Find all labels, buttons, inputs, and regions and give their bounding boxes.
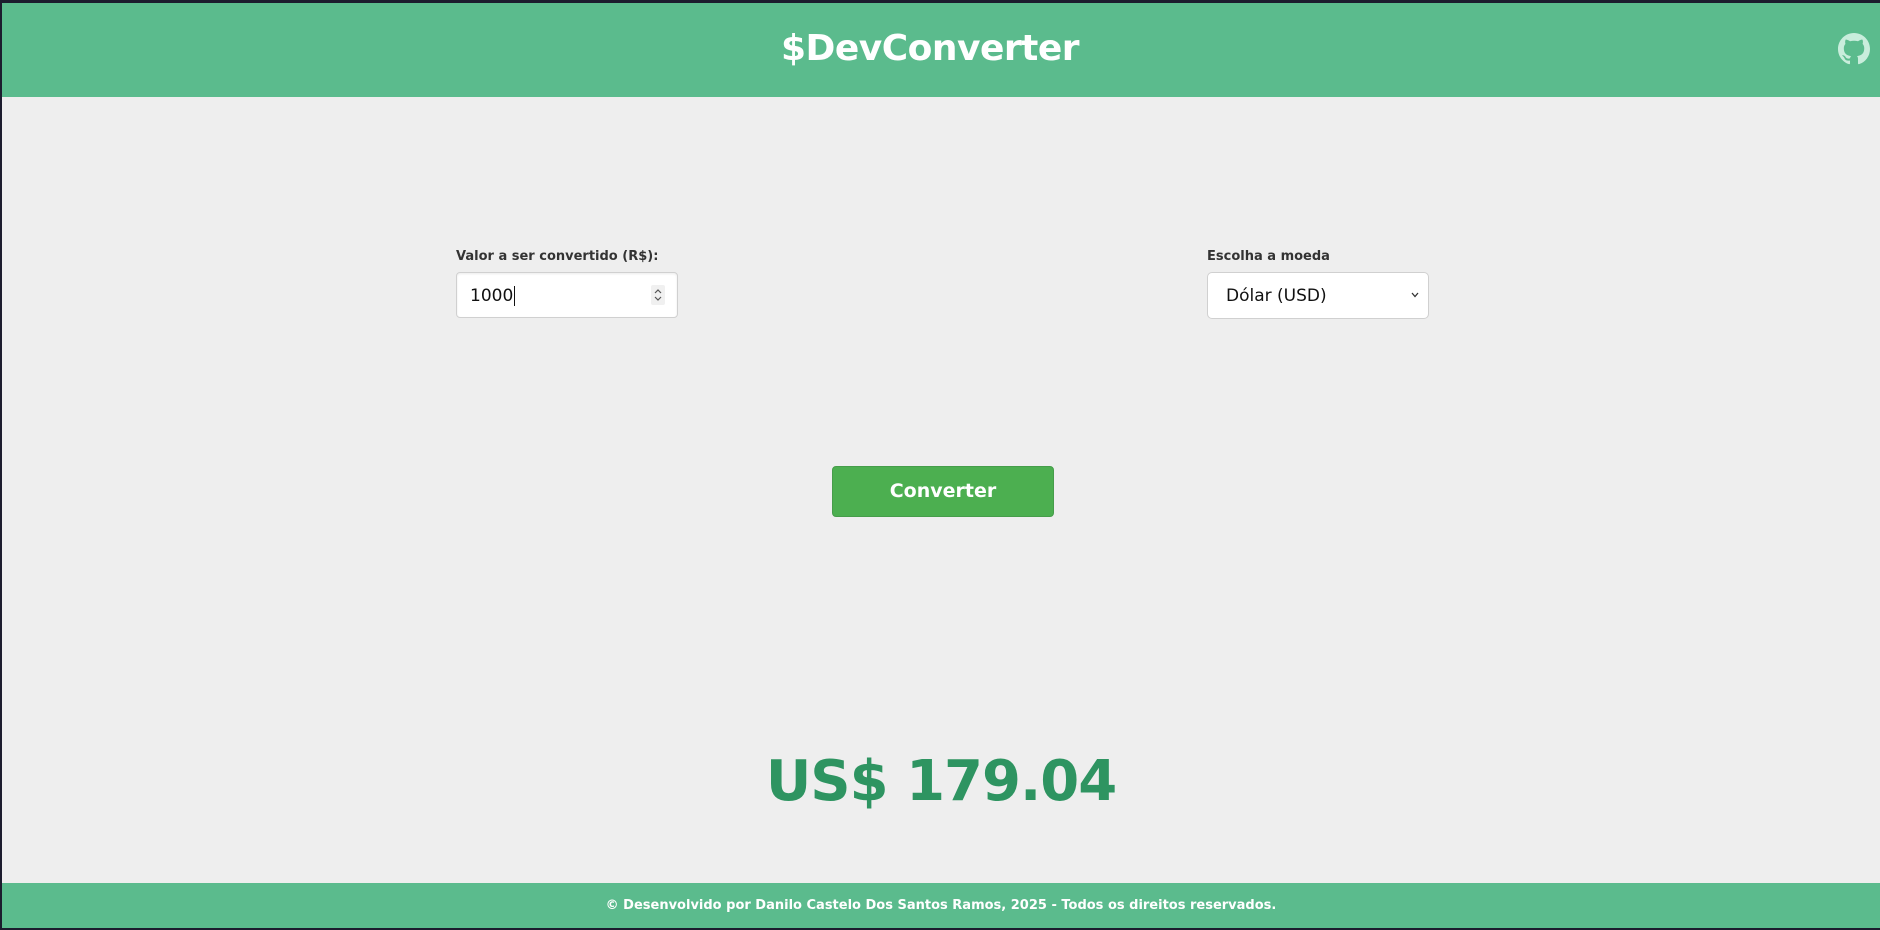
footer-text: © Desenvolvido por Danilo Castelo Dos Sa… [605, 898, 1277, 913]
amount-input[interactable]: 1000 [456, 272, 678, 318]
app-window: $DevConverter Valor a ser convertido (R$… [2, 3, 1880, 928]
number-spinner-icon[interactable] [651, 285, 665, 305]
amount-label: Valor a ser convertido (R$): [456, 249, 659, 264]
github-icon[interactable] [1838, 33, 1870, 65]
amount-input-value: 1000 [470, 286, 516, 306]
header: $DevConverter [2, 3, 1880, 97]
currency-selected-value: Dólar (USD) [1226, 286, 1327, 306]
conversion-result: US$ 179.04 [765, 749, 1117, 814]
currency-label: Escolha a moeda [1207, 249, 1330, 264]
app-title: $DevConverter [780, 28, 1080, 69]
footer: © Desenvolvido por Danilo Castelo Dos Sa… [2, 883, 1880, 928]
chevron-down-icon [1411, 292, 1419, 298]
currency-select[interactable]: Dólar (USD) [1207, 272, 1429, 319]
convert-button[interactable]: Converter [832, 466, 1054, 517]
